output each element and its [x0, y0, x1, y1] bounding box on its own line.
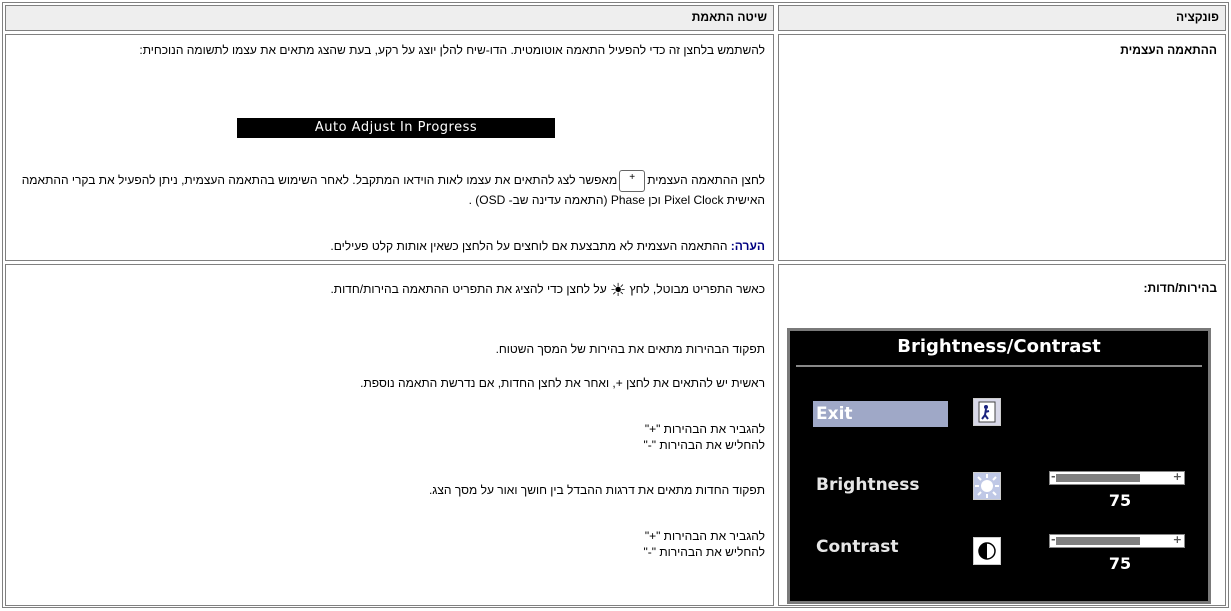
brightness-decrease-1: להחליש את הבהירות "-": [643, 438, 765, 452]
auto-adjust-button-icon: +: [619, 170, 646, 192]
sun-icon: ☀: [610, 279, 627, 300]
header-method-label: שיטה התאמת: [691, 10, 767, 24]
osd-contrast-plus: +: [1172, 533, 1182, 546]
osd-brightness-label: Brightness: [816, 475, 920, 495]
brightness-first-step: ראשית יש להתאים את לחצן +, ואחר את לחצן …: [360, 376, 765, 390]
osd-contrast-value: 75: [1108, 554, 1132, 573]
osd-exit-label: Exit: [816, 404, 853, 424]
auto-adjust-description: לחצן ההתאמה העצמית + מאפשר לצג להתאים את ע…: [14, 170, 765, 208]
exit-door-icon: [973, 398, 1001, 426]
osd-brightness-value: 75: [1108, 491, 1132, 510]
auto-adjust-note: הערה: ההתאמה העצמית לא מתבצעת אם לוחצים …: [14, 238, 765, 254]
brightness-intro: כאשר התפריט מבוטל, לחץ ☀ על לחצן כדי להצ…: [14, 279, 765, 300]
osd-contrast-icon: [973, 537, 1001, 565]
contrast-desc: תפקוד החדות מתאים את דרגות ההבדל בין חוש…: [428, 483, 765, 497]
header-method: שיטה התאמת: [5, 5, 774, 31]
brightness-decrease-2: להחליש את הבהירות "-": [643, 545, 765, 559]
note-label: הערה:: [730, 239, 765, 253]
osd-contrast-minus: -: [1051, 533, 1056, 546]
osd-brightness-icon: [973, 472, 1001, 500]
brightness-contrast-osd: Brightness/Contrast Exit Brightness - + …: [787, 328, 1211, 604]
header-function-label: פונקציה: [1175, 10, 1219, 24]
brightness-intro-start: כאשר התפריט מבוטל, לחץ: [629, 282, 765, 296]
osd-brightness-fill: [1056, 474, 1140, 482]
brightness-intro-end: על לחצן כדי להציג את התפריט ההתאמה בהירו…: [330, 282, 607, 296]
osd-brightness-slider: - +: [1049, 470, 1185, 485]
auto-adjust-intro: להשתמש בלחצן זה כדי להפעיל התאמה אוטומטי…: [139, 43, 765, 57]
auto-adjust-desc-start: לחצן ההתאמה העצמית: [647, 173, 765, 188]
note-text: ההתאמה העצמית לא מתבצעת אם לוחצים על הלח…: [330, 239, 728, 253]
brightness-desc: תפקוד הבהירות מתאים את בהירות של המסך הש…: [495, 342, 765, 356]
osd-brightness-minus: -: [1051, 470, 1056, 483]
auto-adjust-method-cell: להשתמש בלחצן זה כדי להפעיל התאמה אוטומטי…: [5, 34, 774, 261]
brightness-increase-2: להגביר את הבהירות "+": [644, 529, 765, 543]
osd-brightness-plus: +: [1172, 470, 1182, 483]
osd-title: Brightness/Contrast: [897, 336, 1101, 357]
osd-contrast-fill: [1056, 537, 1140, 545]
osd-divider: [796, 365, 1202, 367]
auto-adjust-progress-bar: Auto Adjust In Progress: [237, 118, 555, 138]
brightness-method-cell: כאשר התפריט מבוטל, לחץ ☀ על לחצן כדי להצ…: [5, 264, 774, 606]
osd-contrast-slider: - +: [1049, 533, 1185, 548]
brightness-increase-1: להגביר את הבהירות "+": [644, 422, 765, 436]
osd-contrast-label: Contrast: [816, 537, 899, 557]
brightness-name: בהירות/חדות:: [1143, 281, 1217, 295]
auto-adjust-function-cell: ההתאמה העצמית: [778, 34, 1226, 261]
header-function: פונקציה: [778, 5, 1226, 31]
auto-adjust-name: ההתאמה העצמית: [1120, 43, 1217, 57]
